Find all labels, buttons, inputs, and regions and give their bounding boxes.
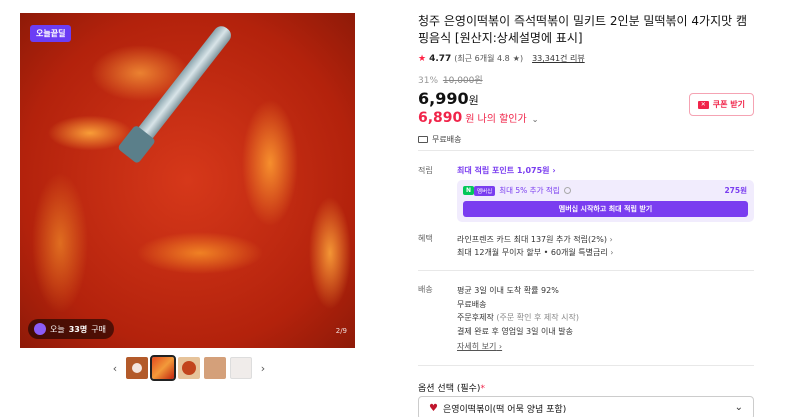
points-label: 적립 <box>418 166 433 175</box>
sale-price-unit: 원 <box>468 94 479 107</box>
discount-row: 31% 10,000원 <box>418 73 754 86</box>
thumbnail-strip: ‹ › <box>108 355 270 381</box>
shipping-label: 배송 <box>418 285 433 294</box>
free-shipping-label: 무료배송 <box>432 135 462 144</box>
coupon-icon: ✕ <box>697 100 709 109</box>
chevron-down-icon: ⌄ <box>531 115 539 124</box>
thumbnail-4[interactable] <box>204 357 226 379</box>
my-price-label: 나의 할인가 <box>477 114 527 125</box>
thumbnail-2[interactable] <box>150 355 176 381</box>
shipping-info: 평균 3일 이내 도착 확률 92% 무료배송 주문후제작 (주문 확인 후 제… <box>457 284 579 338</box>
info-icon[interactable] <box>563 187 571 194</box>
my-price-unit: 원 <box>465 114 475 125</box>
membership-extra-row: N 멤버십 최대 5% 추가 적립 <box>463 185 571 196</box>
shipping-fee: 무료배송 <box>457 299 487 309</box>
made-to-order-text: 주문후제작 <box>457 313 494 322</box>
original-price: 10,000원 <box>442 76 483 86</box>
npay-logo: N <box>463 186 475 195</box>
product-main-image[interactable]: 오늘끝딜 오늘 33명 구매 2/9 <box>20 13 355 348</box>
option-title-text: 옵션 선택 (필수) <box>418 384 481 394</box>
thumbnail-5[interactable] <box>230 357 252 379</box>
free-shipping: 무료배송 <box>418 134 754 145</box>
extra-points-text: 최대 5% 추가 적립 <box>499 186 560 195</box>
heart-icon: ♥ <box>429 402 438 414</box>
detail-link-text: 자세히 보기 <box>457 342 497 351</box>
product-info: 청주 은영이떡볶이 즉석떡볶이 밀키트 2인분 밀떡볶이 4가지맛 캠핑음식 [… <box>418 13 754 145</box>
spatula-graphic <box>127 23 235 153</box>
chevron-down-icon: ⌄ <box>734 402 743 413</box>
product-title: 청주 은영이떡볶이 즉석떡볶이 밀키트 2인분 밀떡볶이 4가지맛 캠핑음식 [… <box>418 14 748 45</box>
star-icon: ★ <box>418 53 427 64</box>
benefit-installment[interactable]: 최대 12개월 무이자 할부 • 60개월 특별금리 <box>457 246 614 259</box>
shipping-detail-link[interactable]: 자세히 보기 › <box>457 341 502 352</box>
my-price-value: 6,890 <box>418 110 463 126</box>
divider <box>418 270 754 271</box>
star-small-icon: ★) <box>512 54 524 63</box>
membership-join-button[interactable]: 멤버십 시작하고 최대 적립 받기 <box>463 201 748 217</box>
review-count-link[interactable]: 33,341건 리뷰 <box>532 53 585 64</box>
benefit-card-points[interactable]: 라인프렌즈 카드 최대 137원 추가 적립(2%) <box>457 233 614 246</box>
chevron-left-icon[interactable]: ‹ <box>108 357 122 379</box>
membership-points-box: N 멤버십 최대 5% 추가 적립 275원 멤버십 시작하고 최대 적립 받기 <box>457 180 754 222</box>
thumbnail-3[interactable] <box>178 357 200 379</box>
today-deal-badge: 오늘끝딜 <box>30 25 72 42</box>
rating-row: ★ 4.77 (최근 6개월 4.8 ★) 33,341건 리뷰 <box>418 53 754 64</box>
dish-graphic <box>182 361 196 375</box>
benefits-list: 라인프렌즈 카드 최대 137원 추가 적립(2%) 최대 12개월 무이자 할… <box>457 233 614 259</box>
bought-prefix: 오늘 <box>50 324 65 334</box>
bought-count: 33명 <box>68 324 88 334</box>
coupon-button[interactable]: ✕ 쿠폰 받기 <box>688 93 754 116</box>
bought-today-chip: 오늘 33명 구매 <box>28 319 114 339</box>
arrival-probability: 평균 3일 이내 도착 확률 92% <box>457 286 559 295</box>
discount-percent: 31% <box>418 76 439 86</box>
max-points-text: 최대 적립 포인트 1,075원 <box>457 166 550 175</box>
coupon-label: 쿠폰 받기 <box>712 100 745 109</box>
thumbnail-1[interactable] <box>126 357 148 379</box>
option-select[interactable]: ♥ 은영이떡볶이(떡 어묵 양념 포함) ⌄ <box>418 396 754 417</box>
image-page-indicator: 2/9 <box>335 327 347 335</box>
option-selected-value: 은영이떡볶이(떡 어묵 양념 포함) <box>442 404 567 415</box>
made-to-order: 주문후제작 (주문 확인 후 제작 시작) <box>457 311 579 325</box>
benefits-label: 혜택 <box>418 234 433 243</box>
divider <box>418 365 754 366</box>
shopping-bag-icon <box>34 323 46 335</box>
rating-score: 4.77 <box>429 53 452 64</box>
chevron-right-icon[interactable]: › <box>256 357 270 379</box>
bought-suffix: 구매 <box>91 324 106 334</box>
option-title: 옵션 선택 (필수)* <box>418 381 485 394</box>
divider <box>418 150 754 151</box>
max-points-link[interactable]: 최대 적립 포인트 1,075원 › <box>457 165 556 176</box>
sale-price-value: 6,990 <box>418 89 469 108</box>
made-to-order-note: (주문 확인 후 제작 시작) <box>496 313 580 322</box>
required-mark: * <box>480 384 485 394</box>
dispatch-info: 결제 완료 후 영업일 3일 이내 발송 <box>457 326 574 336</box>
play-icon <box>132 363 142 373</box>
membership-tag: 멤버십 <box>474 185 496 196</box>
truck-icon <box>418 136 428 143</box>
recent-rating: (최근 6개월 4.8 <box>454 54 510 63</box>
extra-points-amount: 275원 <box>724 186 747 195</box>
